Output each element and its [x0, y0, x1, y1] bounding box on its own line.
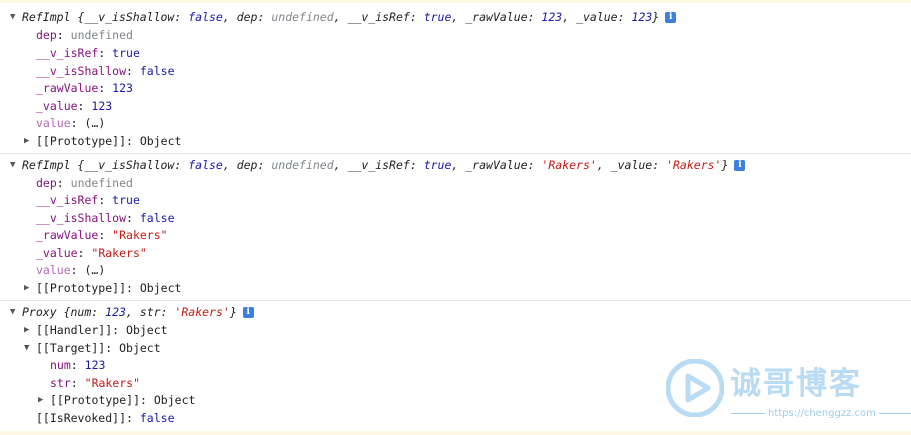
triangle-down-icon[interactable]: ▼ — [10, 304, 22, 321]
preview-value: true — [423, 10, 452, 24]
info-icon[interactable]: i — [665, 12, 677, 23]
preview-key: __v_isShallow — [84, 10, 175, 24]
preview-value: 'Rakers' — [666, 158, 722, 172]
info-icon[interactable]: i — [734, 160, 746, 171]
summary-preview: {__v_isShallow: false, dep: undefined, _… — [77, 10, 660, 24]
preview-key: num — [70, 305, 92, 319]
property-value[interactable]: _value: "Rakers" — [36, 245, 147, 262]
summary-class: RefImpl — [22, 10, 71, 24]
watermark-title: 诚哥博客 — [730, 366, 862, 402]
preview-value: 'Rakers' — [174, 305, 230, 319]
preview-value: false — [188, 158, 223, 172]
summary-class: Proxy — [22, 305, 57, 319]
ref-summary-row[interactable]: ▼ RefImpl {__v_isShallow: false, dep: und… — [10, 157, 746, 174]
property-is-shallow[interactable]: __v_isShallow: false — [36, 210, 175, 227]
triangle-down-icon[interactable]: ▼ — [10, 157, 22, 174]
prototype-row[interactable]: ▶ [[Prototype]]: Object — [24, 133, 181, 150]
triangle-right-icon[interactable]: ▶ — [24, 322, 36, 339]
console-top-strip — [0, 0, 911, 3]
property-dep[interactable]: dep: undefined — [36, 27, 133, 44]
preview-key: _rawValue — [465, 158, 528, 172]
preview-value: 123 — [105, 305, 126, 319]
lazy-getter[interactable]: (…) — [84, 116, 105, 130]
triangle-down-icon[interactable]: ▼ — [24, 340, 36, 357]
console-bottom-strip — [0, 431, 911, 435]
triangle-right-icon[interactable]: ▶ — [38, 392, 50, 409]
property-value[interactable]: _value: 123 — [36, 98, 112, 115]
preview-value: undefined — [271, 10, 334, 24]
property-value-getter[interactable]: value: (…) — [36, 262, 105, 279]
target-prototype-row[interactable]: ▶ [[Prototype]]: Object — [38, 392, 195, 409]
lazy-getter[interactable]: (…) — [84, 263, 105, 277]
preview-key: __v_isShallow — [84, 158, 175, 172]
preview-key: _value — [576, 10, 618, 24]
triangle-down-icon[interactable]: ▼ — [10, 9, 22, 26]
target-row[interactable]: ▼ [[Target]]: Object — [24, 340, 161, 357]
summary-preview: {num: 123, str: 'Rakers'} — [63, 305, 237, 319]
property-is-ref[interactable]: __v_isRef: true — [36, 45, 140, 62]
proxy-summary-row[interactable]: ▼ Proxy {num: 123, str: 'Rakers'} i — [10, 304, 254, 321]
preview-value: 123 — [631, 10, 653, 24]
preview-key: _rawValue — [465, 10, 528, 24]
preview-key: __v_isRef — [347, 10, 410, 24]
property-dep[interactable]: dep: undefined — [36, 175, 133, 192]
preview-value: 'Rakers' — [541, 158, 597, 172]
preview-key: __v_isRef — [347, 158, 410, 172]
preview-key: dep — [236, 10, 258, 24]
preview-value: false — [188, 10, 223, 24]
property-value-getter[interactable]: value: (…) — [36, 115, 105, 132]
watermark: 诚哥博客 https://chenggzz.com — [666, 356, 911, 426]
property-is-ref[interactable]: __v_isRef: true — [36, 192, 140, 209]
info-icon[interactable]: i — [242, 307, 254, 318]
property-is-shallow[interactable]: __v_isShallow: false — [36, 63, 175, 80]
is-revoked-row[interactable]: [[IsRevoked]]: false — [36, 410, 175, 427]
preview-key: str — [139, 305, 161, 319]
divider — [0, 153, 911, 154]
preview-key: _value — [610, 158, 653, 172]
watermark-url-row: https://chenggzz.com — [728, 408, 911, 419]
divider — [0, 300, 911, 301]
handler-row[interactable]: ▶ [[Handler]]: Object — [24, 322, 168, 339]
property-raw-value[interactable]: _rawValue: 123 — [36, 80, 133, 97]
property-raw-value[interactable]: _rawValue: "Rakers" — [36, 227, 168, 244]
triangle-right-icon[interactable]: ▶ — [24, 133, 36, 150]
target-property-num[interactable]: num: 123 — [50, 357, 105, 374]
preview-value: 123 — [541, 10, 563, 24]
target-property-str[interactable]: str: "Rakers" — [50, 375, 140, 392]
ref-summary-row[interactable]: ▼ RefImpl {__v_isShallow: false, dep: und… — [10, 9, 677, 26]
summary-preview: {__v_isShallow: false, dep: undefined, _… — [77, 158, 729, 172]
summary-class: RefImpl — [22, 158, 71, 172]
preview-value: true — [423, 158, 452, 172]
preview-key: dep — [236, 158, 258, 172]
prototype-row[interactable]: ▶ [[Prototype]]: Object — [24, 280, 181, 297]
watermark-logo-icon — [666, 359, 724, 417]
preview-value: undefined — [271, 158, 334, 172]
watermark-url: https://chenggzz.com — [768, 408, 876, 419]
triangle-right-icon[interactable]: ▶ — [24, 280, 36, 297]
